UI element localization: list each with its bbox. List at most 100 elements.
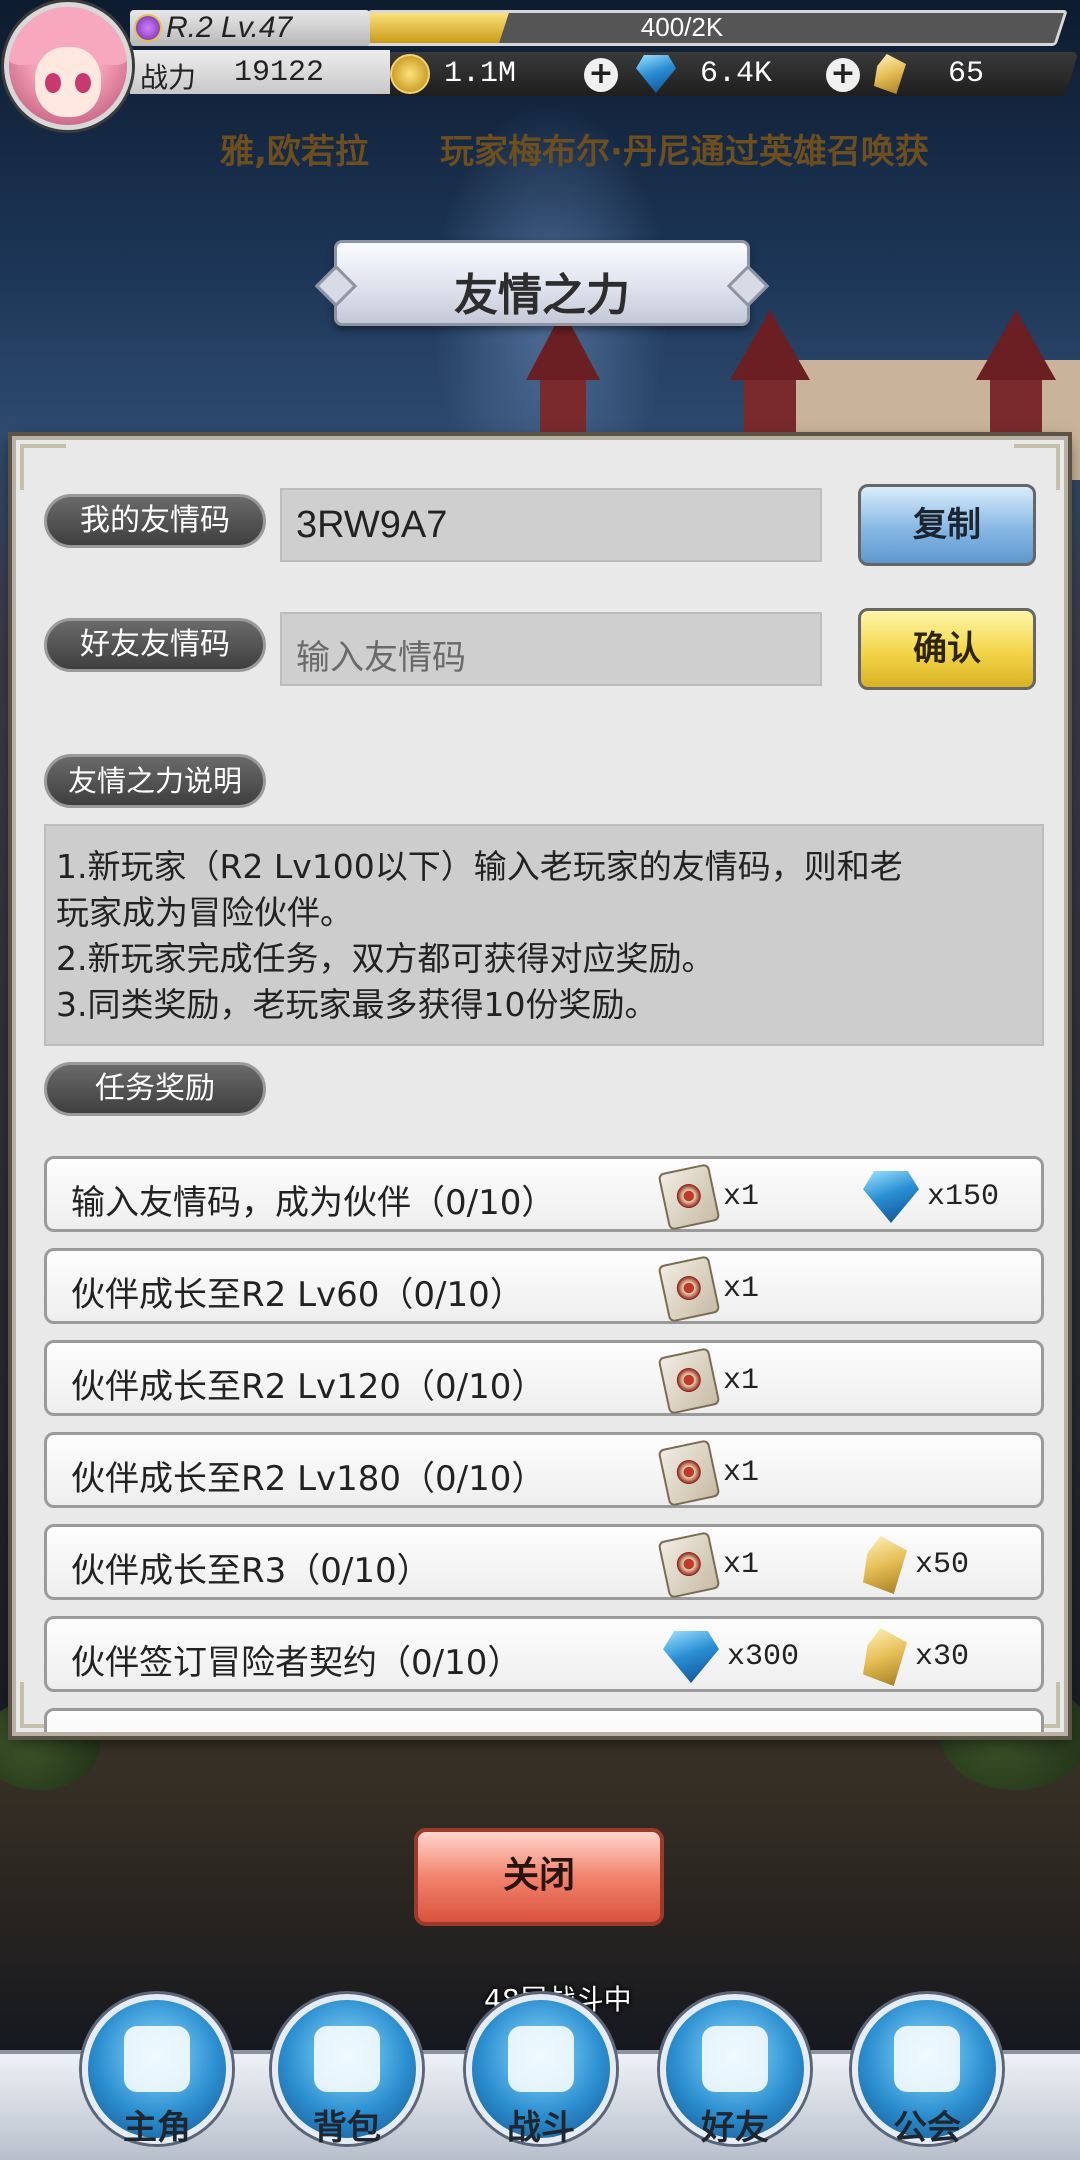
rewards-label: 任务奖励 bbox=[44, 1062, 266, 1116]
task-label: 伙伴签订冒险者契约（0/10） bbox=[71, 1643, 522, 1683]
nav-label: 公会 bbox=[893, 2108, 961, 2148]
my-code-value: 3RW9A7 bbox=[296, 504, 448, 546]
title-banner: 友情之力 bbox=[334, 240, 750, 326]
nav-friends-button[interactable]: 好友 bbox=[660, 1994, 810, 2148]
nav-hero-button[interactable]: 主角 bbox=[82, 1994, 232, 2148]
nav-label: 好友 bbox=[701, 2108, 769, 2148]
gold-counter: 1.1M bbox=[390, 54, 516, 94]
nav-battle-button[interactable]: 战斗 bbox=[466, 1994, 616, 2148]
card-icon bbox=[657, 1347, 721, 1415]
reward-item[interactable]: x300 bbox=[663, 1627, 799, 1687]
friend-code-label: 好友友情码 bbox=[44, 618, 266, 672]
reward-task-row: 伙伴签订冒险者契约（0/10） x300 x30 bbox=[44, 1616, 1044, 1692]
my-code-field: 3RW9A7 bbox=[280, 488, 822, 562]
description-line: 1.新玩家（R2 Lv100以下）输入老玩家的友情码，则和老 bbox=[56, 847, 903, 886]
player-avatar[interactable] bbox=[4, 2, 132, 130]
page-title: 友情之力 bbox=[454, 270, 630, 321]
shard-counter: 65 bbox=[874, 54, 984, 94]
reward-count: x1 bbox=[723, 1364, 760, 1398]
copy-button[interactable]: 复制 bbox=[858, 484, 1036, 566]
crossed-swords-icon bbox=[508, 2026, 574, 2092]
card-icon bbox=[657, 1439, 721, 1507]
task-label: 伙伴成长至R2 Lv180（0/10） bbox=[71, 1459, 546, 1499]
backpack-icon bbox=[314, 2026, 380, 2092]
top-hud: 400/2K R.2 Lv.47 战力 19122 1.1M + 6.4K + … bbox=[0, 0, 1080, 130]
power-display: 战力 19122 bbox=[130, 50, 390, 94]
shard-icon bbox=[863, 1628, 907, 1686]
nav-backpack-button[interactable]: 背包 bbox=[272, 1994, 422, 2148]
avatar-eye bbox=[75, 73, 91, 93]
confirm-button[interactable]: 确认 bbox=[858, 608, 1036, 690]
friend-code-placeholder: 输入友情码 bbox=[296, 638, 466, 678]
marquee-text-right: 玩家梅布尔·丹尼通过英雄召唤获 bbox=[440, 132, 929, 172]
handshake-icon bbox=[702, 2026, 768, 2092]
reward-task-row: 伙伴成长至R2 Lv60（0/10） x1 bbox=[44, 1248, 1044, 1324]
add-diamond-button[interactable]: + bbox=[826, 58, 860, 92]
reward-task-row: 输入友情码，成为伙伴（0/10） x1 x150 bbox=[44, 1156, 1044, 1232]
task-label: 伙伴成长至R2 Lv60（0/10） bbox=[71, 1275, 524, 1315]
reward-item[interactable]: x1 bbox=[657, 1255, 760, 1323]
reward-item[interactable]: x1 bbox=[657, 1163, 760, 1231]
reward-task-row-partial bbox=[44, 1708, 1044, 1732]
avatar-eye bbox=[45, 73, 61, 93]
gold-coin-icon bbox=[390, 54, 430, 94]
description-line: 3.同类奖励，老玩家最多获得10份奖励。 bbox=[56, 985, 658, 1024]
shard-icon bbox=[874, 54, 906, 94]
diamond-value: 6.4K bbox=[700, 57, 773, 91]
exp-text: 400/2K bbox=[640, 12, 724, 42]
friend-code-input[interactable]: 输入友情码 bbox=[280, 612, 822, 686]
diamond-icon bbox=[636, 55, 676, 93]
reward-count: x1 bbox=[723, 1548, 760, 1582]
reward-count: x50 bbox=[915, 1548, 970, 1582]
diamond-icon bbox=[863, 1171, 919, 1223]
nav-label: 背包 bbox=[313, 2108, 381, 2148]
level-badge: R.2 Lv.47 bbox=[130, 10, 370, 46]
announcement-marquee: 雅,欧若拉 玩家梅布尔·丹尼通过英雄召唤获 bbox=[0, 118, 1080, 178]
rank-gem-icon bbox=[134, 14, 162, 42]
reward-count: x30 bbox=[915, 1640, 970, 1674]
description-line: 2.新玩家完成任务，双方都可获得对应奖励。 bbox=[56, 939, 715, 978]
reward-item[interactable]: x1 bbox=[657, 1347, 760, 1415]
description-box: 1.新玩家（R2 Lv100以下）输入老玩家的友情码，则和老 玩家成为冒险伙伴。… bbox=[44, 824, 1044, 1046]
marquee-text-left: 雅,欧若拉 bbox=[220, 132, 369, 172]
add-gold-button[interactable]: + bbox=[584, 58, 618, 92]
my-code-label: 我的友情码 bbox=[44, 494, 266, 548]
helmet-icon bbox=[124, 2026, 190, 2092]
reward-item[interactable]: x50 bbox=[863, 1535, 969, 1595]
friendship-panel: 我的友情码 3RW9A7 复制 好友友情码 输入友情码 确认 友情之力说明 1.… bbox=[12, 436, 1068, 1736]
description-label: 友情之力说明 bbox=[44, 754, 266, 808]
task-label: 输入友情码，成为伙伴（0/10） bbox=[71, 1183, 556, 1223]
panel-corner bbox=[20, 444, 66, 490]
reward-count: x1 bbox=[723, 1180, 760, 1214]
reward-item[interactable]: x1 bbox=[657, 1531, 760, 1599]
task-label: 伙伴成长至R3（0/10） bbox=[71, 1551, 431, 1591]
card-icon bbox=[657, 1163, 721, 1231]
reward-item[interactable]: x1 bbox=[657, 1439, 760, 1507]
power-label: 战力 bbox=[140, 61, 197, 94]
card-icon bbox=[657, 1531, 721, 1599]
level-text: R.2 Lv.47 bbox=[166, 11, 293, 44]
reward-count: x150 bbox=[927, 1180, 1000, 1214]
reward-count: x1 bbox=[723, 1456, 760, 1490]
reward-count: x300 bbox=[727, 1640, 800, 1674]
reward-count: x1 bbox=[723, 1272, 760, 1306]
guild-lock-icon bbox=[894, 2026, 960, 2092]
reward-task-row: 伙伴成长至R3（0/10） x1 x50 bbox=[44, 1524, 1044, 1600]
diamond-icon bbox=[663, 1631, 719, 1683]
card-icon bbox=[657, 1255, 721, 1323]
gold-value: 1.1M bbox=[444, 57, 517, 91]
reward-item[interactable]: x30 bbox=[863, 1627, 969, 1687]
nav-label: 战斗 bbox=[507, 2108, 575, 2148]
close-button[interactable]: 关闭 bbox=[414, 1828, 664, 1926]
reward-task-row: 伙伴成长至R2 Lv120（0/10） x1 bbox=[44, 1340, 1044, 1416]
shard-icon bbox=[863, 1536, 907, 1594]
task-label: 伙伴成长至R2 Lv120（0/10） bbox=[71, 1367, 546, 1407]
nav-label: 主角 bbox=[123, 2108, 191, 2148]
power-value: 19122 bbox=[234, 56, 325, 90]
description-line: 玩家成为冒险伙伴。 bbox=[56, 893, 353, 932]
nav-guild-button[interactable]: 公会 bbox=[852, 1994, 1002, 2148]
diamond-counter: 6.4K bbox=[636, 54, 772, 94]
reward-task-row: 伙伴成长至R2 Lv180（0/10） x1 bbox=[44, 1432, 1044, 1508]
reward-item[interactable]: x150 bbox=[863, 1167, 999, 1227]
shard-value: 65 bbox=[948, 57, 985, 91]
